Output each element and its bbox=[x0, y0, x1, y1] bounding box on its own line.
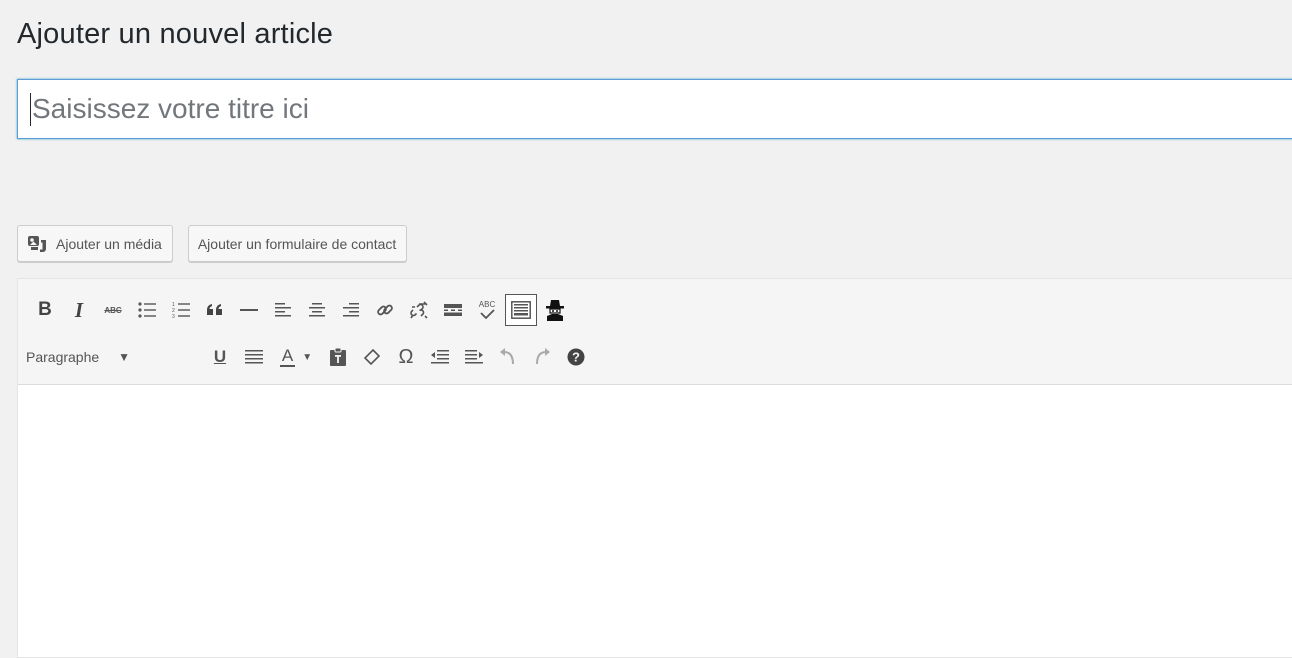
bold-button[interactable]: B bbox=[28, 293, 62, 327]
spy-icon bbox=[544, 299, 566, 321]
read-more-icon bbox=[444, 304, 462, 316]
unlink-icon bbox=[410, 301, 428, 319]
underline-button[interactable]: U bbox=[203, 340, 237, 374]
spellcheck-icon: ABC bbox=[479, 301, 495, 319]
paste-text-icon bbox=[330, 348, 346, 366]
svg-text:3: 3 bbox=[172, 314, 175, 319]
text-caret bbox=[30, 93, 31, 126]
spy-button[interactable] bbox=[538, 293, 572, 327]
numbered-list-button[interactable]: 123 bbox=[164, 293, 198, 327]
link-button[interactable] bbox=[368, 293, 402, 327]
clear-formatting-button[interactable] bbox=[355, 340, 389, 374]
align-right-button[interactable] bbox=[334, 293, 368, 327]
unlink-button[interactable] bbox=[402, 293, 436, 327]
svg-text:?: ? bbox=[572, 350, 580, 365]
special-character-button[interactable]: Ω bbox=[389, 340, 423, 374]
align-left-button[interactable] bbox=[266, 293, 300, 327]
spellcheck-button[interactable]: ABC bbox=[470, 293, 504, 327]
justify-button[interactable] bbox=[237, 340, 271, 374]
justify-icon bbox=[245, 349, 263, 365]
title-field[interactable] bbox=[17, 79, 1292, 139]
align-right-icon bbox=[343, 302, 359, 318]
blockquote-button[interactable] bbox=[198, 293, 232, 327]
redo-button[interactable] bbox=[525, 340, 559, 374]
toolbar-row-1: B I ABC 123 ABC bbox=[18, 292, 572, 328]
outdent-icon bbox=[431, 349, 449, 365]
blockquote-icon bbox=[206, 303, 224, 317]
indent-icon bbox=[465, 349, 483, 365]
editor-toolbar: B I ABC 123 ABC Paragraphe ▼ U A ▼ Ω ? bbox=[18, 279, 1292, 385]
align-left-icon bbox=[275, 302, 291, 318]
undo-button[interactable] bbox=[491, 340, 525, 374]
format-select[interactable]: Paragraphe ▼ bbox=[18, 342, 203, 372]
toolbar-toggle-icon bbox=[511, 301, 531, 319]
toolbar-row-2: Paragraphe ▼ U A ▼ Ω ? bbox=[18, 339, 593, 375]
paste-text-button[interactable] bbox=[321, 340, 355, 374]
title-input[interactable] bbox=[28, 80, 1272, 138]
format-select-value: Paragraphe bbox=[26, 349, 100, 365]
italic-icon: I bbox=[74, 297, 84, 322]
read-more-button[interactable] bbox=[436, 293, 470, 327]
add-contact-form-label: Ajouter un formulaire de contact bbox=[197, 235, 397, 252]
special-character-icon: Ω bbox=[398, 345, 414, 368]
page-title: Ajouter un nouvel article bbox=[17, 18, 334, 50]
redo-icon bbox=[533, 348, 551, 366]
align-center-icon bbox=[309, 302, 325, 318]
text-color-button[interactable]: A ▼ bbox=[271, 340, 321, 374]
align-center-button[interactable] bbox=[300, 293, 334, 327]
editor: B I ABC 123 ABC Paragraphe ▼ U A ▼ Ω ? bbox=[17, 278, 1292, 658]
bullet-list-button[interactable] bbox=[130, 293, 164, 327]
caret-down-icon: ▼ bbox=[302, 351, 313, 363]
indent-button[interactable] bbox=[457, 340, 491, 374]
outdent-button[interactable] bbox=[423, 340, 457, 374]
help-icon: ? bbox=[567, 348, 585, 366]
numbered-list-icon: 123 bbox=[172, 301, 190, 319]
add-contact-form-button[interactable]: Ajouter un formulaire de contact bbox=[187, 225, 408, 262]
italic-button[interactable]: I bbox=[62, 293, 96, 327]
clear-formatting-icon bbox=[363, 348, 381, 366]
horizontal-line-icon bbox=[240, 308, 258, 312]
underline-icon: U bbox=[213, 347, 227, 366]
editor-content-area[interactable] bbox=[18, 385, 1292, 657]
strikethrough-icon: ABC bbox=[104, 305, 122, 315]
spellcheck-label: ABC bbox=[478, 300, 496, 309]
bold-icon: B bbox=[38, 299, 52, 320]
media-icon bbox=[27, 235, 49, 253]
toolbar-toggle-button[interactable] bbox=[505, 294, 537, 326]
bullet-list-icon bbox=[138, 302, 156, 318]
text-color-label: A bbox=[279, 346, 296, 367]
add-media-button[interactable]: Ajouter un média bbox=[17, 225, 173, 262]
link-icon bbox=[376, 301, 394, 319]
add-media-label: Ajouter un média bbox=[56, 235, 162, 252]
media-buttons: Ajouter un média Ajouter un formulaire d… bbox=[17, 225, 408, 262]
help-button[interactable]: ? bbox=[559, 340, 593, 374]
horizontal-line-button[interactable] bbox=[232, 293, 266, 327]
text-color-icon: A ▼ bbox=[279, 346, 313, 367]
caret-down-icon: ▼ bbox=[118, 350, 131, 364]
strikethrough-button[interactable]: ABC bbox=[96, 293, 130, 327]
undo-icon bbox=[499, 348, 517, 366]
